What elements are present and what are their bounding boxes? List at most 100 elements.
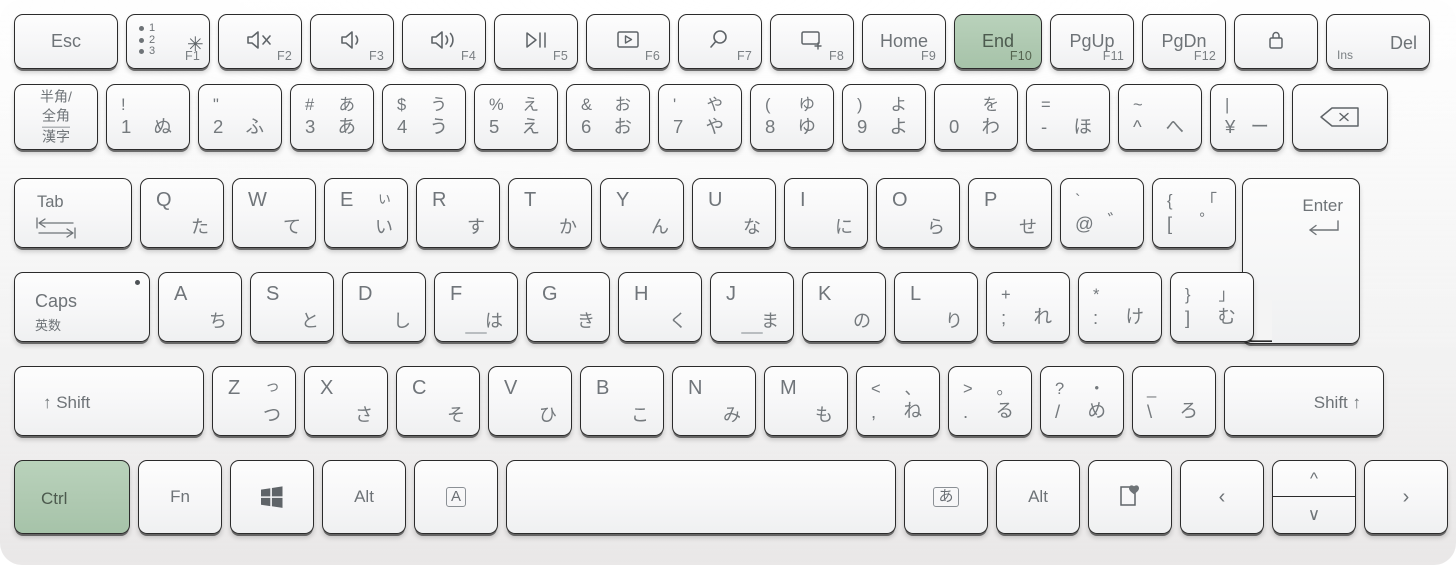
key-f-main: F <box>450 283 463 305</box>
key-l[interactable]: L り <box>894 272 978 342</box>
key-w[interactable]: W て <box>232 178 316 248</box>
key-f[interactable]: F は <box>434 272 518 342</box>
key-0[interactable]: を 0 わ <box>934 84 1018 150</box>
arrow-down-icon[interactable]: ∨ <box>1273 496 1355 533</box>
key-arrow-left[interactable]: ‹ <box>1180 460 1264 534</box>
key-1[interactable]: ! 1 ぬ <box>106 84 190 150</box>
key-m[interactable]: M も <box>764 366 848 436</box>
key-1-shift: ! <box>121 96 126 114</box>
key-period[interactable]: > 。 . る <box>948 366 1032 436</box>
key-f2-volume-mute[interactable]: F2 <box>218 14 302 69</box>
key-backspace[interactable] <box>1292 84 1388 150</box>
key-4[interactable]: $ う 4 う <box>382 84 466 150</box>
key-7[interactable]: ' や 7 や <box>658 84 742 150</box>
key-v[interactable]: V ひ <box>488 366 572 436</box>
key-g[interactable]: G き <box>526 272 610 342</box>
key-right-shift[interactable]: Shift ↑ <box>1224 366 1384 436</box>
key-arrow-up-down[interactable]: ^ ∨ <box>1272 460 1356 534</box>
arrow-left-icon: ‹ <box>1218 485 1226 508</box>
key-slash[interactable]: ? ・ / め <box>1040 366 1124 436</box>
key-e[interactable]: E ぃ い <box>324 178 408 248</box>
key-p[interactable]: P せ <box>968 178 1052 248</box>
key-tab[interactable]: Tab <box>14 178 132 248</box>
key-enter[interactable]: Enter <box>1242 178 1360 344</box>
key-minus[interactable]: = - ほ <box>1026 84 1110 150</box>
key-delete-label: Del <box>1389 33 1417 53</box>
key-u[interactable]: U な <box>692 178 776 248</box>
key-fn[interactable]: Fn <box>138 460 222 534</box>
key-0-main: 0 <box>949 115 960 137</box>
key-eisu-a[interactable]: A <box>414 460 498 534</box>
key-f11-pgup[interactable]: PgUp F11 <box>1050 14 1134 69</box>
key-d[interactable]: D し <box>342 272 426 342</box>
key-i[interactable]: I に <box>784 178 868 248</box>
key-k[interactable]: K の <box>802 272 886 342</box>
key-caps-lock[interactable]: Caps 英数 <box>14 272 150 342</box>
key-x[interactable]: X さ <box>304 366 388 436</box>
key-emoji-panel[interactable] <box>1088 460 1172 534</box>
key-r[interactable]: R す <box>416 178 500 248</box>
key-o[interactable]: O ら <box>876 178 960 248</box>
key-c[interactable]: C そ <box>396 366 480 436</box>
key-colon[interactable]: * : け <box>1078 272 1162 342</box>
arrow-up-icon[interactable]: ^ <box>1273 461 1355 497</box>
key-2[interactable]: " 2 ふ <box>198 84 282 150</box>
key-f7-search[interactable]: F7 <box>678 14 762 69</box>
key-3[interactable]: # あ 3 あ <box>290 84 374 150</box>
key-f9-home[interactable]: Home F9 <box>862 14 946 69</box>
key-8[interactable]: ( ゆ 8 ゆ <box>750 84 834 150</box>
key-esc[interactable]: Esc <box>14 14 118 69</box>
key-f4-volume-up[interactable]: F4 <box>402 14 486 69</box>
key-left-shift[interactable]: ↑ Shift <box>14 366 204 436</box>
key-caret[interactable]: ~ ^ へ <box>1118 84 1202 150</box>
key-alt-right[interactable]: Alt <box>996 460 1080 534</box>
key-backslash-ro[interactable]: _ \ ろ <box>1132 366 1216 436</box>
key-1-main: 1 <box>121 115 132 137</box>
key-at[interactable]: ` @ ゛ <box>1060 178 1144 248</box>
key-f5-play-pause[interactable]: F5 <box>494 14 578 69</box>
key-space[interactable] <box>506 460 896 534</box>
key-9[interactable]: ) よ 9 よ <box>842 84 926 150</box>
key-windows[interactable] <box>230 460 314 534</box>
key-z[interactable]: Z っ つ <box>212 366 296 436</box>
key-f6-media-screen[interactable]: F6 <box>586 14 670 69</box>
key-comma[interactable]: < 、 , ね <box>856 366 940 436</box>
key-n[interactable]: N み <box>672 366 756 436</box>
key-at-kana: ゛ <box>1107 210 1126 232</box>
key-ctrl-label: Ctrl <box>41 489 68 508</box>
key-q[interactable]: Q た <box>140 178 224 248</box>
key-h[interactable]: H く <box>618 272 702 342</box>
key-f7-fn: F7 <box>737 49 752 63</box>
key-j[interactable]: J ま <box>710 272 794 342</box>
key-f1-bluetooth[interactable]: 1 2 3 ✳ F1 <box>126 14 210 69</box>
key-w-kana: て <box>283 217 301 237</box>
key-delete[interactable]: Del Ins <box>1326 14 1430 69</box>
key-m-kana: も <box>815 405 833 425</box>
key-a-kana: ち <box>209 311 227 331</box>
key-t[interactable]: T か <box>508 178 592 248</box>
key-comma-shift: < <box>871 380 881 398</box>
key-f3-volume-down[interactable]: F3 <box>310 14 394 69</box>
key-bracket-left-kana: ゜ <box>1199 210 1218 232</box>
key-y[interactable]: Y ん <box>600 178 684 248</box>
key-f8-new-window[interactable]: F8 <box>770 14 854 69</box>
key-lock[interactable] <box>1234 14 1318 69</box>
key-bracket-right[interactable]: } 」 ] む <box>1170 272 1254 342</box>
key-arrow-right[interactable]: › <box>1364 460 1448 534</box>
key-ctrl[interactable]: Ctrl <box>14 460 130 534</box>
key-semicolon[interactable]: + ; れ <box>986 272 1070 342</box>
key-b[interactable]: B こ <box>580 366 664 436</box>
key-6[interactable]: & お 6 お <box>566 84 650 150</box>
key-hankaku-zenkaku[interactable]: 半角/ 全角 漢字 <box>14 84 98 150</box>
key-bracket-left[interactable]: { 「 [ ゜ <box>1152 178 1236 248</box>
key-kana-a[interactable]: あ <box>904 460 988 534</box>
key-a[interactable]: A ち <box>158 272 242 342</box>
key-5[interactable]: % え 5 え <box>474 84 558 150</box>
key-alt-left[interactable]: Alt <box>322 460 406 534</box>
key-f10-end[interactable]: End F10 <box>954 14 1042 69</box>
key-right-shift-label: Shift ↑ <box>1313 393 1361 412</box>
key-f12-pgdn[interactable]: PgDn F12 <box>1142 14 1226 69</box>
key-yen[interactable]: | ¥ ー <box>1210 84 1284 150</box>
key-h-main: H <box>634 283 649 305</box>
key-s[interactable]: S と <box>250 272 334 342</box>
